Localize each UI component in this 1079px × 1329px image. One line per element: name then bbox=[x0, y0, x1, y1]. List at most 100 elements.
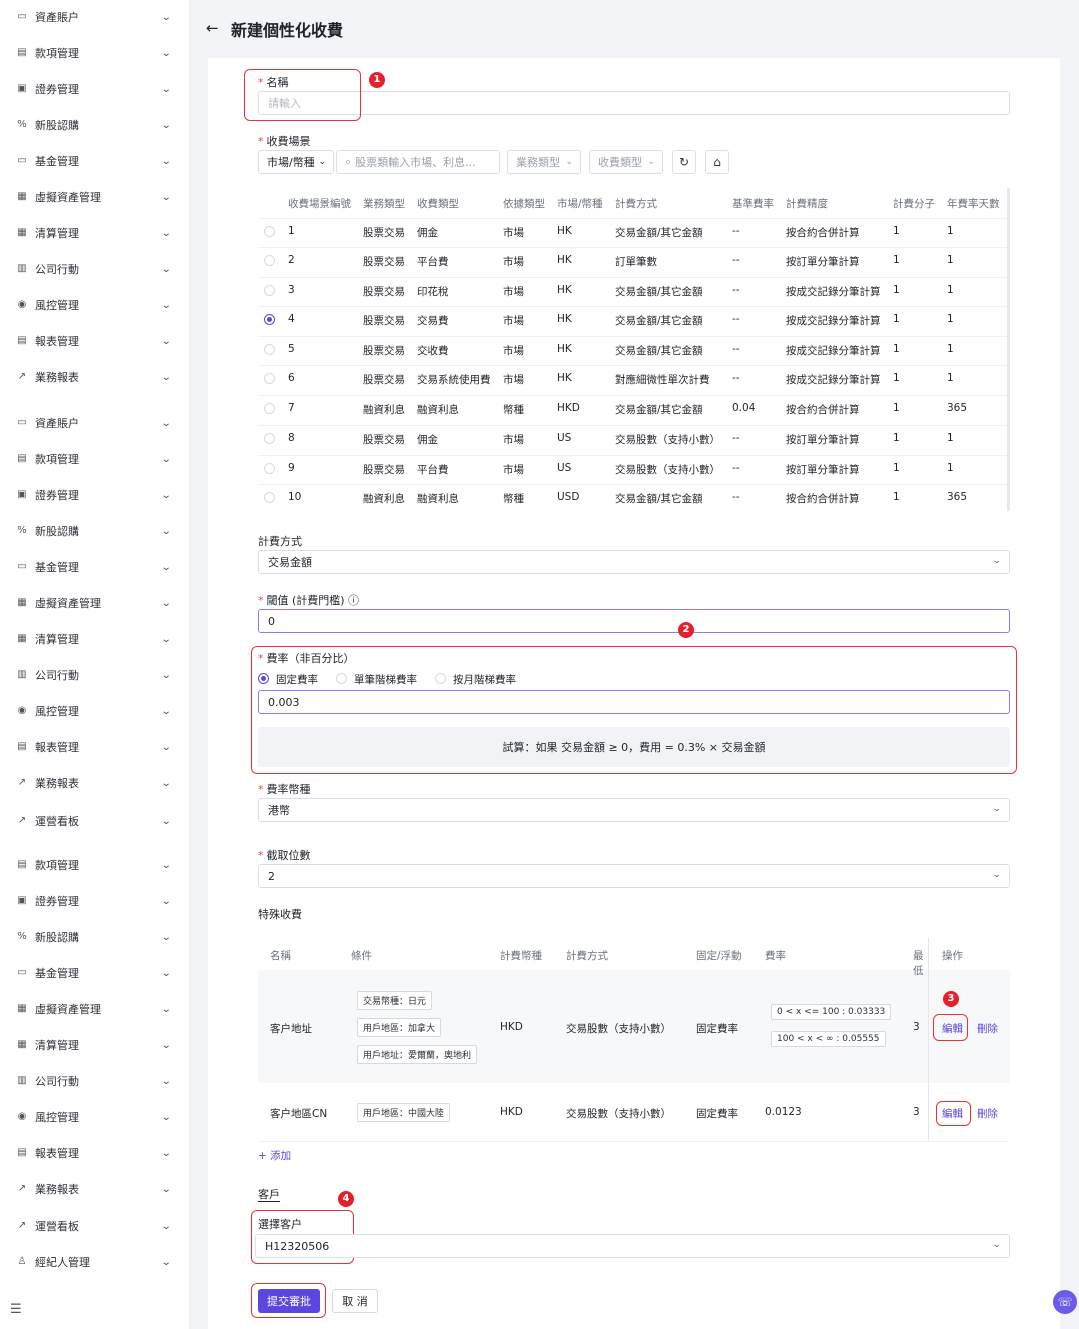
scene-table-cell: 按成交記錄分筆計算 bbox=[786, 315, 881, 327]
sidebar-item[interactable]: ▦ 虛擬資產管理 ⌄ bbox=[0, 185, 190, 209]
sidebar-item[interactable]: ◉ 風控管理 ⌄ bbox=[0, 1105, 190, 1129]
sidebar-item[interactable]: ◉ 風控管理 ⌄ bbox=[0, 293, 190, 317]
info-icon: ⓘ bbox=[348, 594, 360, 607]
corporate-action-icon: ▥ bbox=[17, 669, 27, 680]
scene-table-cell: HK bbox=[557, 225, 572, 237]
fee-type-filter[interactable]: 收費類型 ⌄ bbox=[589, 150, 663, 174]
scene-table-cell: 1 bbox=[893, 254, 900, 266]
special-table-header: 最低 bbox=[913, 950, 924, 977]
cancel-button[interactable]: 取 消 bbox=[332, 1289, 378, 1313]
sidebar-item[interactable]: ▤ 報表管理 ⌄ bbox=[0, 735, 190, 759]
scene-row-radio[interactable] bbox=[264, 403, 275, 414]
scene-row-radio[interactable] bbox=[264, 433, 275, 444]
sidebar-item[interactable]: ♙ 經紀人管理 ⌄ bbox=[0, 1250, 190, 1274]
scene-row-radio[interactable] bbox=[264, 463, 275, 474]
chevron-down-icon: ⌄ bbox=[160, 299, 172, 311]
sidebar-item[interactable]: % 新股認購 ⌄ bbox=[0, 925, 190, 949]
sidebar-item[interactable]: % 新股認購 ⌄ bbox=[0, 113, 190, 137]
sidebar-item[interactable]: ▥ 公司行動 ⌄ bbox=[0, 663, 190, 687]
support-chat-icon[interactable]: ☏ bbox=[1053, 1290, 1077, 1314]
scene-table-cell: 10 bbox=[288, 491, 302, 503]
scene-search-input[interactable]: ⌕ 股票類輸入市場、利息... bbox=[336, 150, 500, 174]
delete-button[interactable]: 刪除 bbox=[977, 1106, 998, 1121]
scene-row-radio[interactable] bbox=[264, 492, 275, 503]
scene-row-radio[interactable] bbox=[264, 226, 275, 237]
add-special-fee-button[interactable]: + 添加 bbox=[258, 1148, 291, 1163]
sidebar-item[interactable]: ▥ 公司行動 ⌄ bbox=[0, 257, 190, 281]
sidebar-item[interactable]: ▦ 清算管理 ⌄ bbox=[0, 1033, 190, 1057]
rate-option-single-tier-radio[interactable] bbox=[336, 673, 347, 684]
scene-row-radio[interactable] bbox=[264, 255, 275, 266]
sidebar-item[interactable]: ▦ 虛擬資產管理 ⌄ bbox=[0, 997, 190, 1021]
scene-row-radio[interactable] bbox=[264, 373, 275, 384]
special-table-header: 計費方式 bbox=[566, 950, 608, 962]
sidebar-item[interactable]: ▭ 資產賬户 ⌄ bbox=[0, 411, 190, 435]
special-row-currency: HKD bbox=[500, 1106, 523, 1118]
back-arrow-icon[interactable]: ← bbox=[206, 19, 219, 37]
sidebar-item[interactable]: ▤ 款項管理 ⌄ bbox=[0, 853, 190, 877]
crypto-icon: ▦ bbox=[17, 191, 27, 202]
sidebar-item-label: 新股認購 bbox=[35, 931, 79, 944]
customer-select[interactable]: H12320506 ⌄ bbox=[255, 1234, 1010, 1258]
sidebar-item[interactable]: % 新股認購 ⌄ bbox=[0, 519, 190, 543]
chevron-down-icon: ⌄ bbox=[160, 561, 172, 573]
scene-table-cell: 交易金額/其它金額 bbox=[615, 493, 703, 505]
sidebar-item[interactable]: ↗ 業務報表 ⌄ bbox=[0, 365, 190, 389]
search-icon: ⌕ bbox=[345, 155, 352, 168]
scene-table-cell: 股票交易 bbox=[363, 227, 405, 239]
sidebar-item[interactable]: ↗ 業務報表 ⌄ bbox=[0, 771, 190, 795]
rate-option-monthly-tier-radio[interactable] bbox=[435, 673, 446, 684]
special-row-type: 固定費率 bbox=[696, 1108, 738, 1120]
sidebar-item[interactable]: ▤ 報表管理 ⌄ bbox=[0, 1141, 190, 1165]
sidebar-item[interactable]: ▣ 證券管理 ⌄ bbox=[0, 889, 190, 913]
condition-tag: 用戶地址：愛爾蘭，奧地利 bbox=[357, 1045, 478, 1064]
business-type-filter[interactable]: 業務類型 ⌄ bbox=[507, 150, 581, 174]
scene-table-cell: 1 bbox=[893, 462, 900, 474]
scene-table-cell: 1 bbox=[893, 313, 900, 325]
sidebar-item[interactable]: ↗ 業務報表 ⌄ bbox=[0, 1177, 190, 1201]
rate-input[interactable]: 0.003 bbox=[258, 690, 1010, 714]
clear-filter-icon[interactable]: ⌂ bbox=[705, 150, 729, 174]
threshold-input[interactable]: 0 bbox=[258, 609, 1010, 633]
decimals-select[interactable]: 2 ⌄ bbox=[258, 864, 1010, 888]
sidebar-item[interactable]: ▭ 基金管理 ⌄ bbox=[0, 961, 190, 985]
collapse-menu-icon[interactable]: ☰ bbox=[10, 1302, 22, 1317]
chevron-down-icon: ⌄ bbox=[992, 804, 1003, 814]
delete-button[interactable]: 刪除 bbox=[977, 1021, 998, 1036]
scene-table-cell: 按合約合併計算 bbox=[786, 227, 860, 239]
sidebar-item[interactable]: ▦ 清算管理 ⌄ bbox=[0, 221, 190, 245]
submit-button[interactable]: 提交審批 bbox=[258, 1289, 320, 1313]
sidebar-item[interactable]: ↗ 運營看板 ⌄ bbox=[0, 809, 190, 833]
sidebar-item[interactable]: ▣ 證券管理 ⌄ bbox=[0, 77, 190, 101]
billing-method-select[interactable]: 交易金額 ⌄ bbox=[258, 550, 1010, 574]
sidebar-item[interactable]: ◉ 風控管理 ⌄ bbox=[0, 699, 190, 723]
sidebar-item[interactable]: ▦ 清算管理 ⌄ bbox=[0, 627, 190, 651]
scene-row-radio[interactable] bbox=[264, 314, 275, 325]
sidebar-item[interactable]: ▭ 基金管理 ⌄ bbox=[0, 149, 190, 173]
rate-tier-tag: 0 < x <= 100 : 0.03333 bbox=[771, 1004, 892, 1020]
sidebar-item[interactable]: ▤ 報表管理 ⌄ bbox=[0, 329, 190, 353]
billing-method-label: 計費方式 bbox=[258, 535, 302, 548]
scene-row-radio[interactable] bbox=[264, 285, 275, 296]
sidebar-item[interactable]: ▤ 款項管理 ⌄ bbox=[0, 447, 190, 471]
scene-table-cell: 7 bbox=[288, 402, 295, 414]
sidebar-item[interactable]: ▤ 款項管理 ⌄ bbox=[0, 41, 190, 65]
scene-table-cell: 1 bbox=[947, 254, 954, 266]
scene-table-cell: -- bbox=[732, 313, 740, 325]
securities-icon: ▣ bbox=[17, 895, 27, 906]
chevron-down-icon: ⌄ bbox=[160, 931, 172, 943]
scene-table-cell: 9 bbox=[288, 462, 295, 474]
sidebar-item[interactable]: ▦ 虛擬資產管理 ⌄ bbox=[0, 591, 190, 615]
table-scrollbar[interactable] bbox=[1007, 188, 1010, 511]
sidebar-item[interactable]: ▣ 證券管理 ⌄ bbox=[0, 483, 190, 507]
sidebar-item[interactable]: ↗ 運營看板 ⌄ bbox=[0, 1214, 190, 1238]
rate-option-fixed-radio[interactable] bbox=[258, 673, 269, 684]
sidebar-item[interactable]: ▭ 資產賬户 ⌄ bbox=[0, 5, 190, 29]
name-input[interactable]: 請輸入 bbox=[258, 91, 1010, 115]
market-filter[interactable]: 市場/幣種 ⌄ bbox=[258, 150, 334, 174]
sidebar-item[interactable]: ▭ 基金管理 ⌄ bbox=[0, 555, 190, 579]
rate-currency-select[interactable]: 港幣 ⌄ bbox=[258, 798, 1010, 822]
refresh-icon[interactable]: ↻ bbox=[672, 150, 696, 174]
scene-row-radio[interactable] bbox=[264, 344, 275, 355]
sidebar-item[interactable]: ▥ 公司行動 ⌄ bbox=[0, 1069, 190, 1093]
